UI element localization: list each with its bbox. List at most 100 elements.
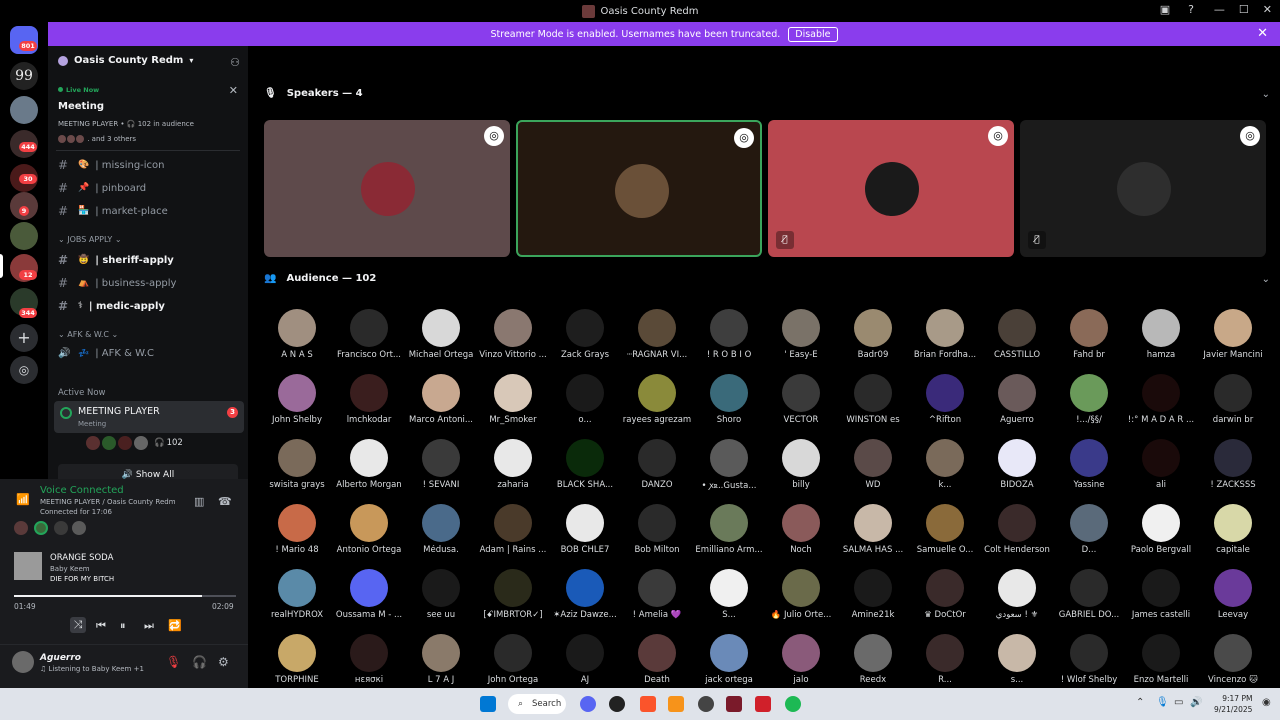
audience-member[interactable]: Reedx bbox=[837, 634, 909, 685]
audience-member[interactable]: Brian Fordha... bbox=[909, 309, 981, 360]
audience-member[interactable]: Colt Henderson bbox=[981, 504, 1053, 555]
disable-streamer-button[interactable]: Disable bbox=[788, 26, 838, 42]
speaker-tile[interactable]: ◎ 🎙̸ bbox=[1020, 120, 1266, 257]
audience-member[interactable]: Leevay bbox=[1197, 569, 1269, 620]
voice-connected-label[interactable]: Voice Connected bbox=[40, 485, 124, 496]
taskbar-search[interactable]: ⌕ Search bbox=[508, 694, 566, 714]
help-icon[interactable]: ? bbox=[1188, 3, 1194, 16]
audience-member[interactable]: سعودي ! ⚜ bbox=[981, 569, 1053, 620]
discord-icon[interactable] bbox=[580, 696, 596, 712]
audience-member[interactable]: Marco Antoni... bbox=[405, 374, 477, 425]
app-icon[interactable] bbox=[698, 696, 714, 712]
audience-member[interactable]: Oussama M - ... bbox=[333, 569, 405, 620]
audience-member[interactable]: Vincenzo 🐱 bbox=[1197, 634, 1269, 685]
audience-member[interactable]: rayees agrezam bbox=[621, 374, 693, 425]
audience-member[interactable]: Paolo Bergvall bbox=[1125, 504, 1197, 555]
audience-member[interactable]: capitale bbox=[1197, 504, 1269, 555]
user-avatar[interactable] bbox=[12, 651, 34, 673]
channel-missing-icon[interactable]: # 🎨 | missing-icon bbox=[58, 158, 165, 172]
server-header[interactable]: Oasis County Redm ▾ bbox=[58, 55, 193, 66]
audience-member[interactable]: ali bbox=[1125, 439, 1197, 490]
repeat-icon[interactable]: 🔁 bbox=[168, 619, 182, 632]
audience-member[interactable]: lmchkodar bbox=[333, 374, 405, 425]
clock[interactable]: 9:17 PM 9/21/2025 bbox=[1214, 693, 1252, 715]
audience-member[interactable]: ✶Aziz Dawze... bbox=[549, 569, 621, 620]
audience-member[interactable]: darwin br bbox=[1197, 374, 1269, 425]
channel-business-apply[interactable]: # ⛺ | business-apply bbox=[58, 276, 176, 290]
server-icon[interactable] bbox=[10, 96, 38, 124]
audience-member[interactable]: ! ZACKSSS bbox=[1197, 439, 1269, 490]
audience-member[interactable]: !:° M A D A R ... bbox=[1125, 374, 1197, 425]
previous-track-icon[interactable]: ⏮ bbox=[96, 619, 106, 633]
audience-member[interactable]: D... bbox=[1053, 504, 1125, 555]
audience-member[interactable]: ! Wlof Shelby bbox=[1053, 634, 1125, 685]
audience-member[interactable]: ! Mario 48 bbox=[261, 504, 333, 555]
voice-channel-afk[interactable]: 🔊 💤 | AFK & W.C bbox=[58, 348, 154, 359]
maximize-button[interactable]: ☐ bbox=[1239, 3, 1249, 16]
audience-member[interactable]: John Ortega bbox=[477, 634, 549, 685]
active-stage-card[interactable]: MEETING PLAYER Meeting 3 bbox=[54, 401, 244, 433]
speaker-tile[interactable]: ◎ bbox=[264, 120, 510, 257]
audience-member[interactable]: Amine21k bbox=[837, 569, 909, 620]
minimize-button[interactable]: — bbox=[1214, 3, 1225, 16]
stage-title[interactable]: Meeting bbox=[58, 101, 104, 112]
audience-member[interactable]: John Shelby bbox=[261, 374, 333, 425]
audience-member[interactable]: Fahd br bbox=[1053, 309, 1125, 360]
audience-member[interactable]: ^Rifton bbox=[909, 374, 981, 425]
server-icon[interactable] bbox=[10, 222, 38, 250]
audience-member[interactable]: WD bbox=[837, 439, 909, 490]
audience-member[interactable]: Francisco Ort... bbox=[333, 309, 405, 360]
audience-member[interactable]: S... bbox=[693, 569, 765, 620]
network-icon[interactable]: ▭ bbox=[1174, 697, 1183, 708]
speaker-tile[interactable]: ◎ bbox=[516, 120, 762, 257]
audience-member[interactable]: ! SEVANI bbox=[405, 439, 477, 490]
close-button[interactable]: ✕ bbox=[1263, 3, 1272, 16]
brave-icon[interactable] bbox=[640, 696, 656, 712]
audience-member[interactable]: • ꭗꭱ..Gusta... bbox=[693, 439, 765, 491]
audience-member[interactable]: see uu bbox=[405, 569, 477, 620]
audience-member[interactable]: Noch bbox=[765, 504, 837, 555]
audience-member[interactable]: James castelli bbox=[1125, 569, 1197, 620]
song-title[interactable]: ORANGE SODA bbox=[50, 553, 113, 563]
audience-member[interactable]: realHYDROX bbox=[261, 569, 333, 620]
audience-member[interactable]: CASSTILLO bbox=[981, 309, 1053, 360]
channel-medic-apply[interactable]: # ⚕ | medic-apply bbox=[58, 299, 165, 313]
audience-member[interactable]: GABRIEL DO... bbox=[1053, 569, 1125, 620]
voice-channel-path[interactable]: MEETING PLAYER / Oasis County Redm bbox=[40, 498, 176, 506]
next-track-icon[interactable]: ⏭ bbox=[144, 619, 154, 633]
notification-icon[interactable]: ◉ bbox=[1262, 697, 1271, 708]
discover-icon[interactable]: ◎ bbox=[10, 356, 38, 384]
audience-member[interactable]: Antonio Ortega bbox=[333, 504, 405, 555]
audience-member[interactable]: !.../§§/ bbox=[1053, 374, 1125, 425]
audience-member[interactable]: jack ortega bbox=[693, 634, 765, 685]
invite-icon[interactable]: ⚇ bbox=[230, 56, 240, 69]
app-icon[interactable] bbox=[609, 696, 625, 712]
volume-icon[interactable]: 🔊 bbox=[1190, 697, 1202, 708]
server-icon[interactable]: 99 bbox=[10, 62, 38, 90]
audience-member[interactable]: Badr09 bbox=[837, 309, 909, 360]
windows-start-icon[interactable] bbox=[480, 696, 496, 712]
audience-member[interactable]: Yassine bbox=[1053, 439, 1125, 490]
audience-member[interactable]: Javier Mancini bbox=[1197, 309, 1269, 360]
soundboard-icon[interactable]: ▥ bbox=[194, 495, 204, 508]
audience-member[interactable]: Alberto Morgan bbox=[333, 439, 405, 490]
audience-member[interactable]: Adam | Rains ... bbox=[477, 504, 549, 555]
audience-member[interactable]: A N A S bbox=[261, 309, 333, 360]
track-progress-bar[interactable] bbox=[14, 595, 236, 597]
audience-member[interactable]: Death bbox=[621, 634, 693, 685]
audience-member[interactable]: Bob Milton bbox=[621, 504, 693, 555]
chevron-down-icon[interactable]: ⌄ bbox=[1262, 274, 1270, 285]
audience-member[interactable]: Vinzo Vittorio ... bbox=[477, 309, 549, 360]
audience-member[interactable]: s... bbox=[981, 634, 1053, 685]
disconnect-icon[interactable]: ☎ bbox=[218, 495, 232, 508]
audience-member[interactable]: [ꗃIMBRTOR✓] bbox=[477, 569, 549, 620]
audience-member[interactable]: o... bbox=[549, 374, 621, 425]
chevron-up-icon[interactable]: ⌃ bbox=[1136, 697, 1144, 708]
audience-member[interactable]: Zack Grays bbox=[549, 309, 621, 360]
audience-member[interactable]: ! R O B I O bbox=[693, 309, 765, 360]
add-server-icon[interactable]: + bbox=[10, 324, 38, 352]
audience-member[interactable]: hamza bbox=[1125, 309, 1197, 360]
audience-member[interactable]: VECTOR bbox=[765, 374, 837, 425]
channel-pinboard[interactable]: # 📌 | pinboard bbox=[58, 181, 146, 195]
audience-member[interactable]: billy bbox=[765, 439, 837, 490]
